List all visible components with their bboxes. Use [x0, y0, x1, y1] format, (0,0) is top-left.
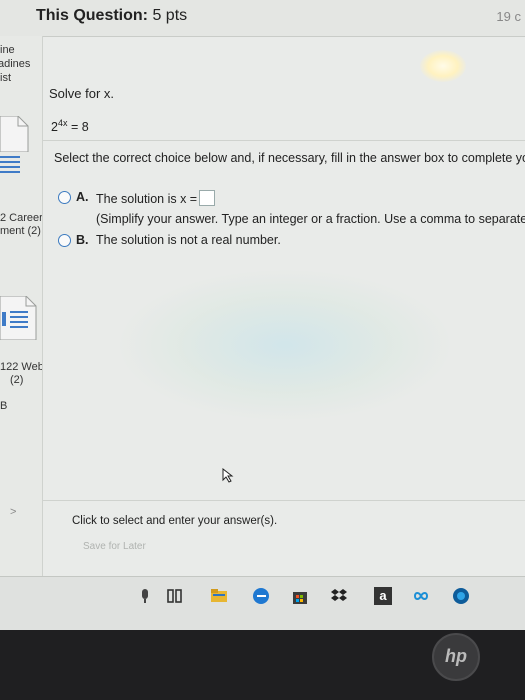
option-b-radio[interactable] [58, 234, 71, 247]
amazon-icon[interactable]: a [374, 587, 392, 605]
header-right-counter: 19 c [496, 9, 521, 24]
question-points-title: This Question: 5 pts [36, 7, 187, 25]
title-points: 5 pts [152, 7, 188, 24]
question-prompt: Solve for x. [49, 86, 115, 101]
sidebar-website-line1[interactable]: 122 Websit [0, 361, 42, 373]
screen-moire [120, 270, 450, 420]
equation: 24x = 8 [51, 118, 89, 134]
option-a-text: The solution is x = [96, 190, 216, 206]
left-sidebar: ine adines ist 2 Career ment (2) 122 Web… [0, 36, 43, 576]
task-view-icon[interactable] [166, 587, 184, 605]
sidebar-website-line2[interactable]: (2) [10, 374, 23, 386]
answer-input-box[interactable] [199, 190, 216, 206]
document-icon [0, 116, 29, 152]
sidebar-item-ine[interactable]: ine [0, 44, 15, 56]
option-a-radio[interactable] [58, 191, 71, 204]
option-a-hint: (Simplify your answer. Type an integer o… [96, 212, 525, 226]
sidebar-item-readiness[interactable]: adines [0, 58, 30, 70]
option-b-letter: B. [76, 233, 89, 247]
hp-logo: hp [432, 633, 480, 681]
sidebar-item-checklist[interactable]: ist [0, 72, 11, 84]
instruction-text: Select the correct choice below and, if … [54, 151, 525, 165]
footer-divider [42, 500, 525, 501]
screen-glare [420, 50, 466, 82]
mouse-cursor-icon [222, 468, 234, 483]
equation-base: 2 [51, 120, 58, 135]
document-lines-icon [0, 296, 37, 340]
sidebar-career-line2[interactable]: ment (2) [0, 225, 41, 237]
taskbar: a [0, 576, 525, 630]
option-b-text: The solution is not a real number. [96, 233, 281, 247]
microphone-icon[interactable] [136, 587, 154, 605]
store-bag-icon[interactable] [291, 587, 309, 605]
question-header: This Question: 5 pts 19 c [0, 0, 525, 37]
equation-rhs: = 8 [67, 120, 89, 135]
click-instruction: Click to select and enter your answer(s)… [72, 515, 278, 527]
question-divider [42, 140, 525, 141]
sidebar-chevron[interactable]: > [10, 506, 16, 518]
title-label: This Question: [36, 7, 148, 24]
infinity-icon[interactable] [410, 587, 432, 605]
dropbox-icon[interactable] [330, 587, 348, 605]
option-a-label: The solution is x = [96, 192, 198, 206]
app-circle-icon[interactable] [452, 587, 470, 605]
file-explorer-icon[interactable] [210, 587, 228, 605]
edge-browser-icon[interactable] [252, 587, 270, 605]
option-a-letter: A. [76, 190, 89, 204]
sidebar-career-line1[interactable]: 2 Career [0, 212, 42, 224]
save-for-later-button[interactable]: Save for Later [83, 541, 146, 552]
monitor-screen: This Question: 5 pts 19 c ine adines ist… [0, 0, 525, 630]
list-lines-icon [0, 156, 20, 173]
sidebar-letter-b[interactable]: B [0, 400, 7, 412]
